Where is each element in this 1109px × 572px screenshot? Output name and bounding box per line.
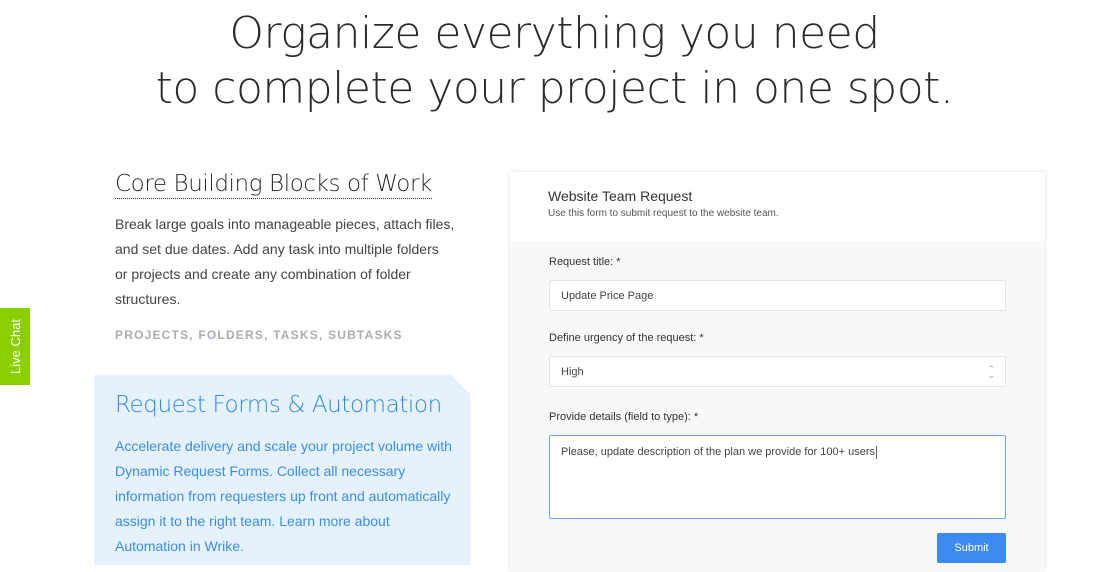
details-textarea[interactable]: Please, update description of the plan w…	[549, 435, 1006, 519]
request-forms-panel: Request Forms & Automation Accelerate de…	[94, 375, 470, 565]
urgency-select[interactable]: High ⌃ ⌄	[549, 356, 1006, 387]
request-forms-title: Request Forms & Automation	[115, 392, 442, 418]
urgency-label: Define urgency of the request: *	[549, 332, 704, 344]
live-chat-button[interactable]: Live Chat	[0, 308, 30, 385]
core-title[interactable]: Core Building Blocks of Work	[115, 171, 432, 199]
hero-line-1: Organize everything you need	[229, 8, 880, 59]
core-tags: PROJECTS, FOLDERS, TASKS, SUBTASKS	[115, 328, 403, 342]
request-title-input[interactable]: Update Price Page	[549, 280, 1006, 311]
submit-button[interactable]: Submit	[937, 533, 1006, 563]
form-subtitle: Use this form to submit request to the w…	[548, 208, 779, 219]
request-forms-body: Accelerate delivery and scale your proje…	[115, 438, 452, 554]
hero-heading: Organize everything you need to complete…	[0, 6, 1109, 116]
text-cursor	[876, 446, 878, 459]
live-chat-label: Live Chat	[7, 319, 23, 374]
select-chevron-icon: ⌃ ⌄	[987, 364, 995, 380]
core-body: Break large goals into manageable pieces…	[115, 216, 455, 307]
request-form-card: Website Team Request Use this form to su…	[510, 172, 1045, 572]
details-value: Please, update description of the plan w…	[561, 446, 876, 458]
form-title: Website Team Request	[548, 188, 693, 204]
form-header: Website Team Request Use this form to su…	[510, 172, 1045, 241]
urgency-value: High	[561, 365, 584, 378]
request-title-label: Request title: *	[549, 256, 621, 268]
hero-line-2: to complete your project in one spot.	[155, 63, 954, 114]
details-label: Provide details (field to type): *	[549, 411, 699, 423]
